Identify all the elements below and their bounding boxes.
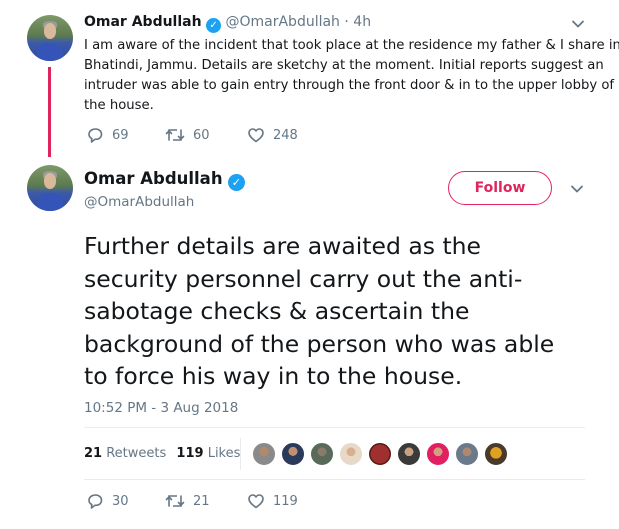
main-retweet-count: 21 xyxy=(193,493,210,509)
retweet-stat-label: Retweets xyxy=(106,446,167,461)
heart-icon xyxy=(248,128,264,143)
parent-like-action[interactable]: 248 xyxy=(247,126,298,144)
main-text-line: sabotage checks & ascertain the xyxy=(84,297,470,325)
liker-avatar[interactable] xyxy=(455,442,479,466)
parent-retweet-count: 60 xyxy=(193,127,210,143)
retweet-icon xyxy=(165,495,185,507)
parent-author-name[interactable]: Omar Abdullah xyxy=(84,14,202,30)
liker-avatar[interactable] xyxy=(281,442,305,466)
main-text-line: security personnel carry out the anti- xyxy=(84,264,523,293)
reply-icon xyxy=(88,128,103,143)
like-stat-label: Likes xyxy=(207,446,241,461)
main-avatar[interactable] xyxy=(27,165,73,211)
tweet-timestamp[interactable]: 10:52 PM - 3 Aug 2018 xyxy=(84,400,238,416)
retweet-icon xyxy=(165,129,185,141)
verified-badge-icon: ✓ xyxy=(227,174,245,191)
main-reply-action[interactable]: 30 xyxy=(86,492,129,510)
main-text-line: Further details are awaited as the xyxy=(84,232,482,260)
retweet-stat[interactable]: 21 Retweets xyxy=(84,446,170,461)
parent-retweet-action[interactable]: 60 xyxy=(165,126,210,144)
reply-icon xyxy=(88,494,103,509)
liker-avatar[interactable] xyxy=(339,442,363,466)
parent-handle[interactable]: @OmarAbdullah xyxy=(225,14,339,30)
main-like-action[interactable]: 119 xyxy=(247,492,298,510)
like-stat[interactable]: 119 Likes xyxy=(176,446,240,461)
parent-text-line: I am aware of the incident that took pla… xyxy=(84,38,619,53)
parent-text-line: Bhatindi, Jammu. Details are sketchy at … xyxy=(84,58,604,73)
liker-avatar[interactable] xyxy=(368,442,392,466)
heart-icon xyxy=(248,494,264,509)
liker-avatar[interactable] xyxy=(484,442,508,466)
thread-connector-line xyxy=(48,67,51,157)
main-text-line: to force his way in to the house. xyxy=(84,362,463,390)
parent-text-line: the house. xyxy=(84,98,154,113)
stats-bottom-divider xyxy=(84,479,585,480)
main-author-row: Omar Abdullah ✓ xyxy=(84,169,245,191)
parent-text-line: intruder was able to gain entry through … xyxy=(84,78,615,93)
main-like-count: 119 xyxy=(273,493,298,509)
parent-like-count: 248 xyxy=(273,127,298,143)
parent-tweet-header: Omar Abdullah ✓ @OmarAbdullah · 4h xyxy=(84,14,372,33)
main-handle[interactable]: @OmarAbdullah xyxy=(84,194,194,210)
verified-badge-icon: ✓ xyxy=(206,18,222,33)
follow-button[interactable]: Follow xyxy=(448,171,552,205)
parent-reply-count: 69 xyxy=(112,127,129,143)
liker-avatar[interactable] xyxy=(426,442,450,466)
engagement-stats: 21 Retweets 119 Likes xyxy=(84,446,240,461)
main-author-name[interactable]: Omar Abdullah xyxy=(84,169,223,188)
parent-reply-action[interactable]: 69 xyxy=(86,126,129,144)
parent-tweet-text: I am aware of the incident that took pla… xyxy=(84,36,619,116)
parent-time[interactable]: 4h xyxy=(353,14,371,30)
like-stat-count: 119 xyxy=(176,446,204,461)
main-retweet-action[interactable]: 21 xyxy=(165,492,210,510)
liker-avatar[interactable] xyxy=(397,442,421,466)
stats-top-divider xyxy=(84,427,585,428)
liker-avatar[interactable] xyxy=(252,442,276,466)
main-text-line: background of the person who was able xyxy=(84,329,555,358)
parent-avatar[interactable] xyxy=(27,15,73,61)
main-caret-down-icon[interactable] xyxy=(570,182,584,196)
liker-avatar[interactable] xyxy=(310,442,334,466)
stats-separator xyxy=(240,438,241,470)
main-reply-count: 30 xyxy=(112,493,129,509)
parent-caret-down-icon[interactable] xyxy=(571,17,585,31)
retweet-stat-count: 21 xyxy=(84,446,103,461)
main-tweet-text: Further details are awaited as the secur… xyxy=(84,230,594,393)
